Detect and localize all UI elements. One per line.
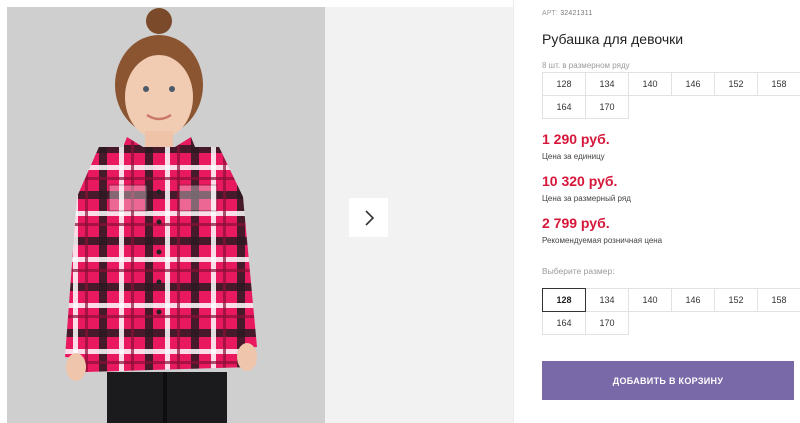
size-selector: 128 134 140 146 152 158 164 170 <box>542 288 800 335</box>
article-label: АРТ: <box>542 10 559 17</box>
size-option[interactable]: 170 <box>585 311 629 335</box>
product-title: Рубашка для девочки <box>542 31 684 47</box>
pack-size-cell: 158 <box>757 72 800 96</box>
pack-size-cell: 152 <box>714 72 758 96</box>
article-value: 32421311 <box>560 10 593 17</box>
pack-size-cell: 164 <box>542 95 586 119</box>
size-option[interactable]: 146 <box>671 288 715 312</box>
pack-size-cell: 146 <box>671 72 715 96</box>
unit-price: 1 290 руб. <box>542 131 610 147</box>
pack-size-cell: 128 <box>542 72 586 96</box>
pack-size-cell: 170 <box>585 95 629 119</box>
size-option[interactable]: 134 <box>585 288 629 312</box>
product-gallery <box>0 0 514 423</box>
unit-price-label: Цена за единицу <box>542 152 605 161</box>
pack-note: 8 шт. в размерном ряду <box>542 61 630 70</box>
size-option[interactable]: 152 <box>714 288 758 312</box>
retail-price: 2 799 руб. <box>542 215 610 231</box>
article-number: АРТ: 32421311 <box>542 10 592 17</box>
size-option[interactable]: 164 <box>542 311 586 335</box>
next-image-button[interactable] <box>349 198 388 237</box>
panel-divider <box>513 0 514 423</box>
add-to-cart-button[interactable]: ДОБАВИТЬ В КОРЗИНУ <box>542 361 794 400</box>
size-option[interactable]: 140 <box>628 288 672 312</box>
pack-price: 10 320 руб. <box>542 173 618 189</box>
choose-size-label: Выберите размер: <box>542 266 615 276</box>
pack-price-label: Цена за размерный ряд <box>542 194 631 203</box>
pack-size-cell: 134 <box>585 72 629 96</box>
size-option-selected[interactable]: 128 <box>542 288 586 312</box>
chevron-right-icon <box>364 209 374 226</box>
size-option[interactable]: 158 <box>757 288 800 312</box>
pack-size-grid: 128 134 140 146 152 158 164 170 <box>542 72 800 119</box>
retail-price-label: Рекомендуемая розничная цена <box>542 236 663 245</box>
pack-size-cell: 140 <box>628 72 672 96</box>
product-photo <box>7 7 325 423</box>
